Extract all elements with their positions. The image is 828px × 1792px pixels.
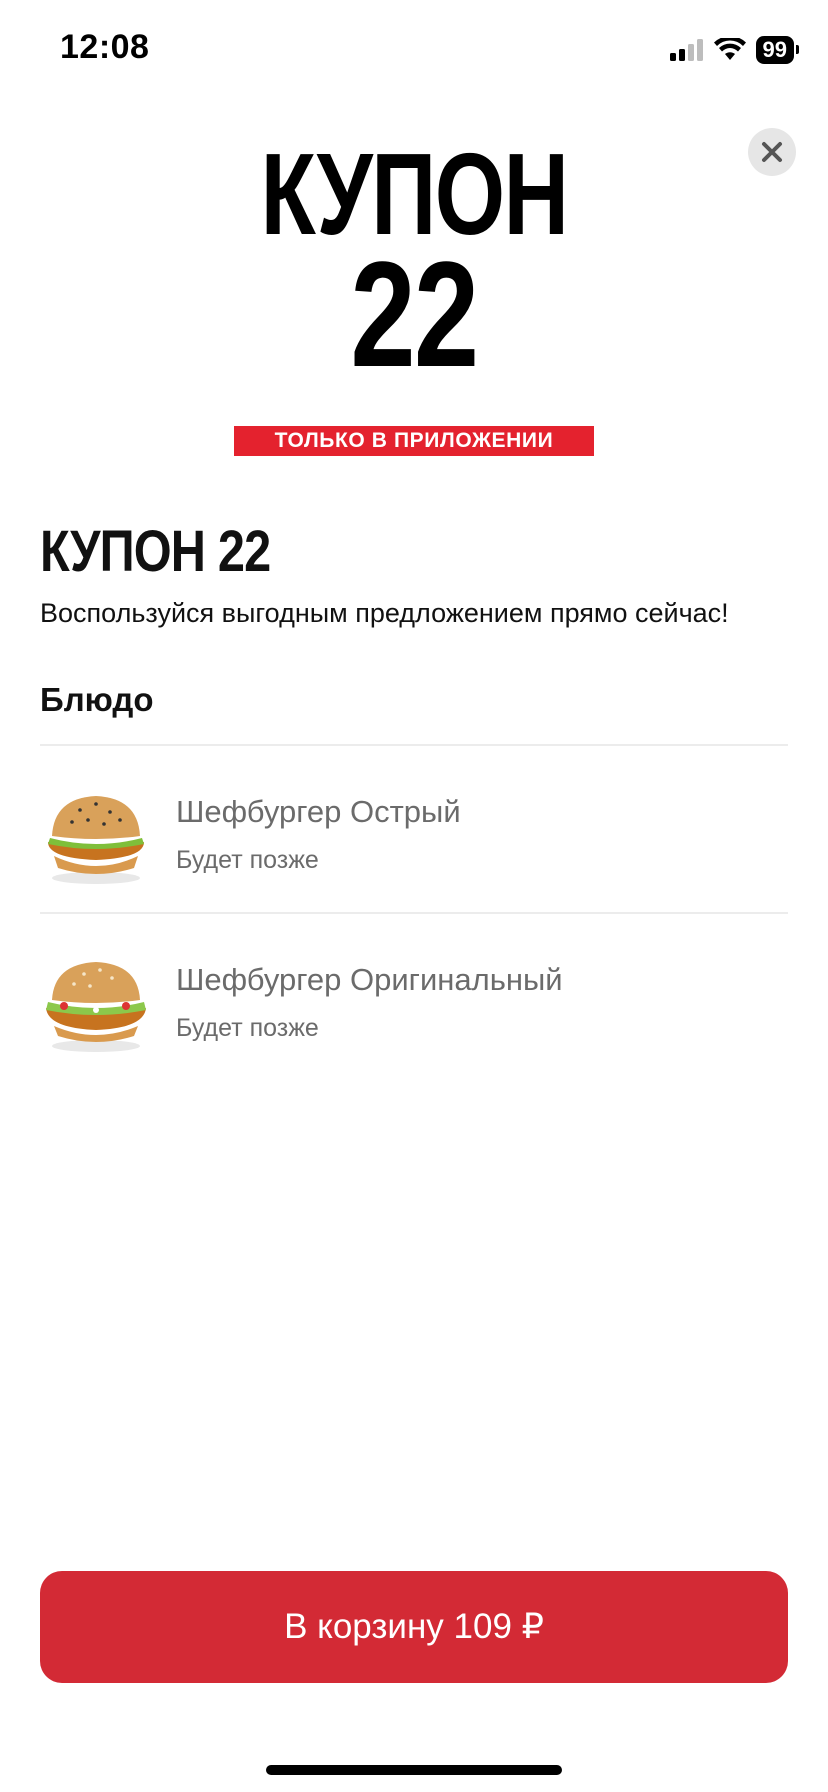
hero-title: КУПОН 22 [0, 136, 828, 398]
section-title-dish: Блюдо [40, 681, 154, 718]
hero-title-line2: 22 [350, 230, 479, 398]
cellular-signal-icon [669, 39, 703, 61]
dish-item[interactable]: Шефбургер Оригинальный Будет позже [40, 948, 788, 1114]
home-indicator [266, 1765, 562, 1775]
dish-status: Будет позже [176, 846, 319, 874]
status-time: 12:08 [60, 28, 150, 66]
dish-name: Шефбургер Оригинальный [176, 962, 563, 997]
status-bar: 12:08 99 [0, 0, 828, 100]
burger-spicy-image [48, 796, 144, 884]
coupon-title: КУПОН 22 [40, 519, 271, 584]
add-to-cart-button[interactable]: В корзину 109 ₽ [40, 1571, 788, 1683]
app-only-badge: ТОЛЬКО В ПРИЛОЖЕНИИ [234, 426, 594, 456]
burger-original-image [46, 962, 146, 1052]
battery-level: 99 [762, 37, 787, 62]
dish-status: Будет позже [176, 1014, 319, 1042]
divider [40, 912, 788, 914]
status-icons: 99 [669, 36, 800, 64]
wifi-icon [713, 38, 746, 60]
divider [40, 744, 788, 746]
coupon-description: Воспользуйся выгодным предложением прямо… [40, 598, 729, 628]
battery-icon: 99 [755, 36, 800, 64]
dish-name: Шефбургер Острый [176, 794, 461, 829]
dish-item[interactable]: Шефбургер Острый Будет позже [40, 780, 788, 946]
